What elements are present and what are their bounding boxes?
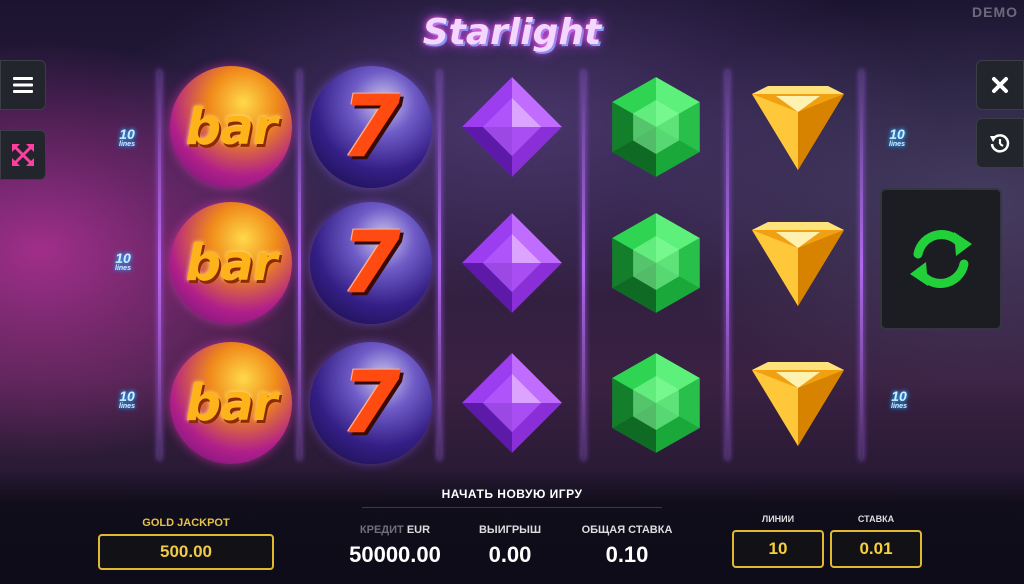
total-bet-display: ОБЩАЯ СТАВКА 0.10 <box>572 524 682 568</box>
symbol-yellow-gem <box>727 198 869 328</box>
close-icon <box>992 77 1008 93</box>
symbol-green-gem <box>585 198 727 328</box>
win-label: ВЫИГРЫШ <box>478 524 541 536</box>
symbol-yellow-gem <box>727 338 869 468</box>
game-logo: Starlight <box>422 12 602 53</box>
lines-badge-left-top: 10 lines <box>119 126 135 148</box>
spin-button[interactable] <box>880 188 1002 330</box>
bet-selector[interactable]: 0.01 <box>830 530 922 568</box>
reel-1: bar bar bar <box>160 60 302 464</box>
symbol-seven: 7 <box>300 198 442 328</box>
hamburger-icon <box>13 77 33 93</box>
total-bet-value: 0.10 <box>605 542 649 567</box>
symbol-bar: bar <box>160 62 302 192</box>
lines-label: ЛИНИИ <box>761 514 795 524</box>
gold-jackpot-value: 500.00 <box>98 534 274 570</box>
symbol-yellow-gem <box>727 62 869 192</box>
win-display: ВЫИГРЫШ 0.00 <box>468 524 552 568</box>
refresh-arrows-icon <box>910 230 972 288</box>
close-button[interactable] <box>976 60 1024 110</box>
lines-badge-right-top: 10 lines <box>889 126 905 148</box>
lines-badge-right-bottom: 10 lines <box>891 388 907 410</box>
fullscreen-arrows-icon <box>12 144 34 166</box>
symbol-bar: bar <box>160 198 302 328</box>
lines-selector[interactable]: 10 <box>732 530 824 568</box>
symbol-purple-gem <box>441 338 583 468</box>
fullscreen-button[interactable] <box>0 130 46 180</box>
new-game-link[interactable]: НАЧАТЬ НОВУЮ ИГРУ <box>362 487 662 508</box>
reels-area: bar bar bar 7 7 7 <box>158 60 864 468</box>
bet-label: СТАВКА <box>857 514 895 524</box>
history-button[interactable] <box>976 118 1024 168</box>
menu-button[interactable] <box>0 60 46 110</box>
total-bet-label: ОБЩАЯ СТАВКА <box>581 524 673 536</box>
reel-3 <box>441 60 583 460</box>
reel-2: 7 7 7 <box>300 60 442 464</box>
lines-badge-left-bottom: 10 lines <box>119 388 135 410</box>
reel-5 <box>727 60 869 460</box>
symbol-seven: 7 <box>300 62 442 192</box>
credit-value: 50000.00 <box>349 542 441 567</box>
lines-badge-left-middle: 10 lines <box>115 250 131 272</box>
symbol-seven: 7 <box>300 338 442 468</box>
symbol-bar: bar <box>160 338 302 468</box>
gold-jackpot-label: GOLD JACKPOT <box>142 517 230 529</box>
credit-display: КРЕДИТ EUR 50000.00 <box>338 524 452 568</box>
symbol-green-gem <box>585 62 727 192</box>
credit-currency: EUR <box>406 524 431 536</box>
symbol-green-gem <box>585 338 727 468</box>
reel-4 <box>585 60 727 460</box>
symbol-purple-gem <box>441 198 583 328</box>
history-clock-icon <box>990 134 1010 153</box>
credit-label: КРЕДИТ <box>359 524 404 536</box>
symbol-purple-gem <box>441 62 583 192</box>
win-value: 0.00 <box>488 542 532 567</box>
